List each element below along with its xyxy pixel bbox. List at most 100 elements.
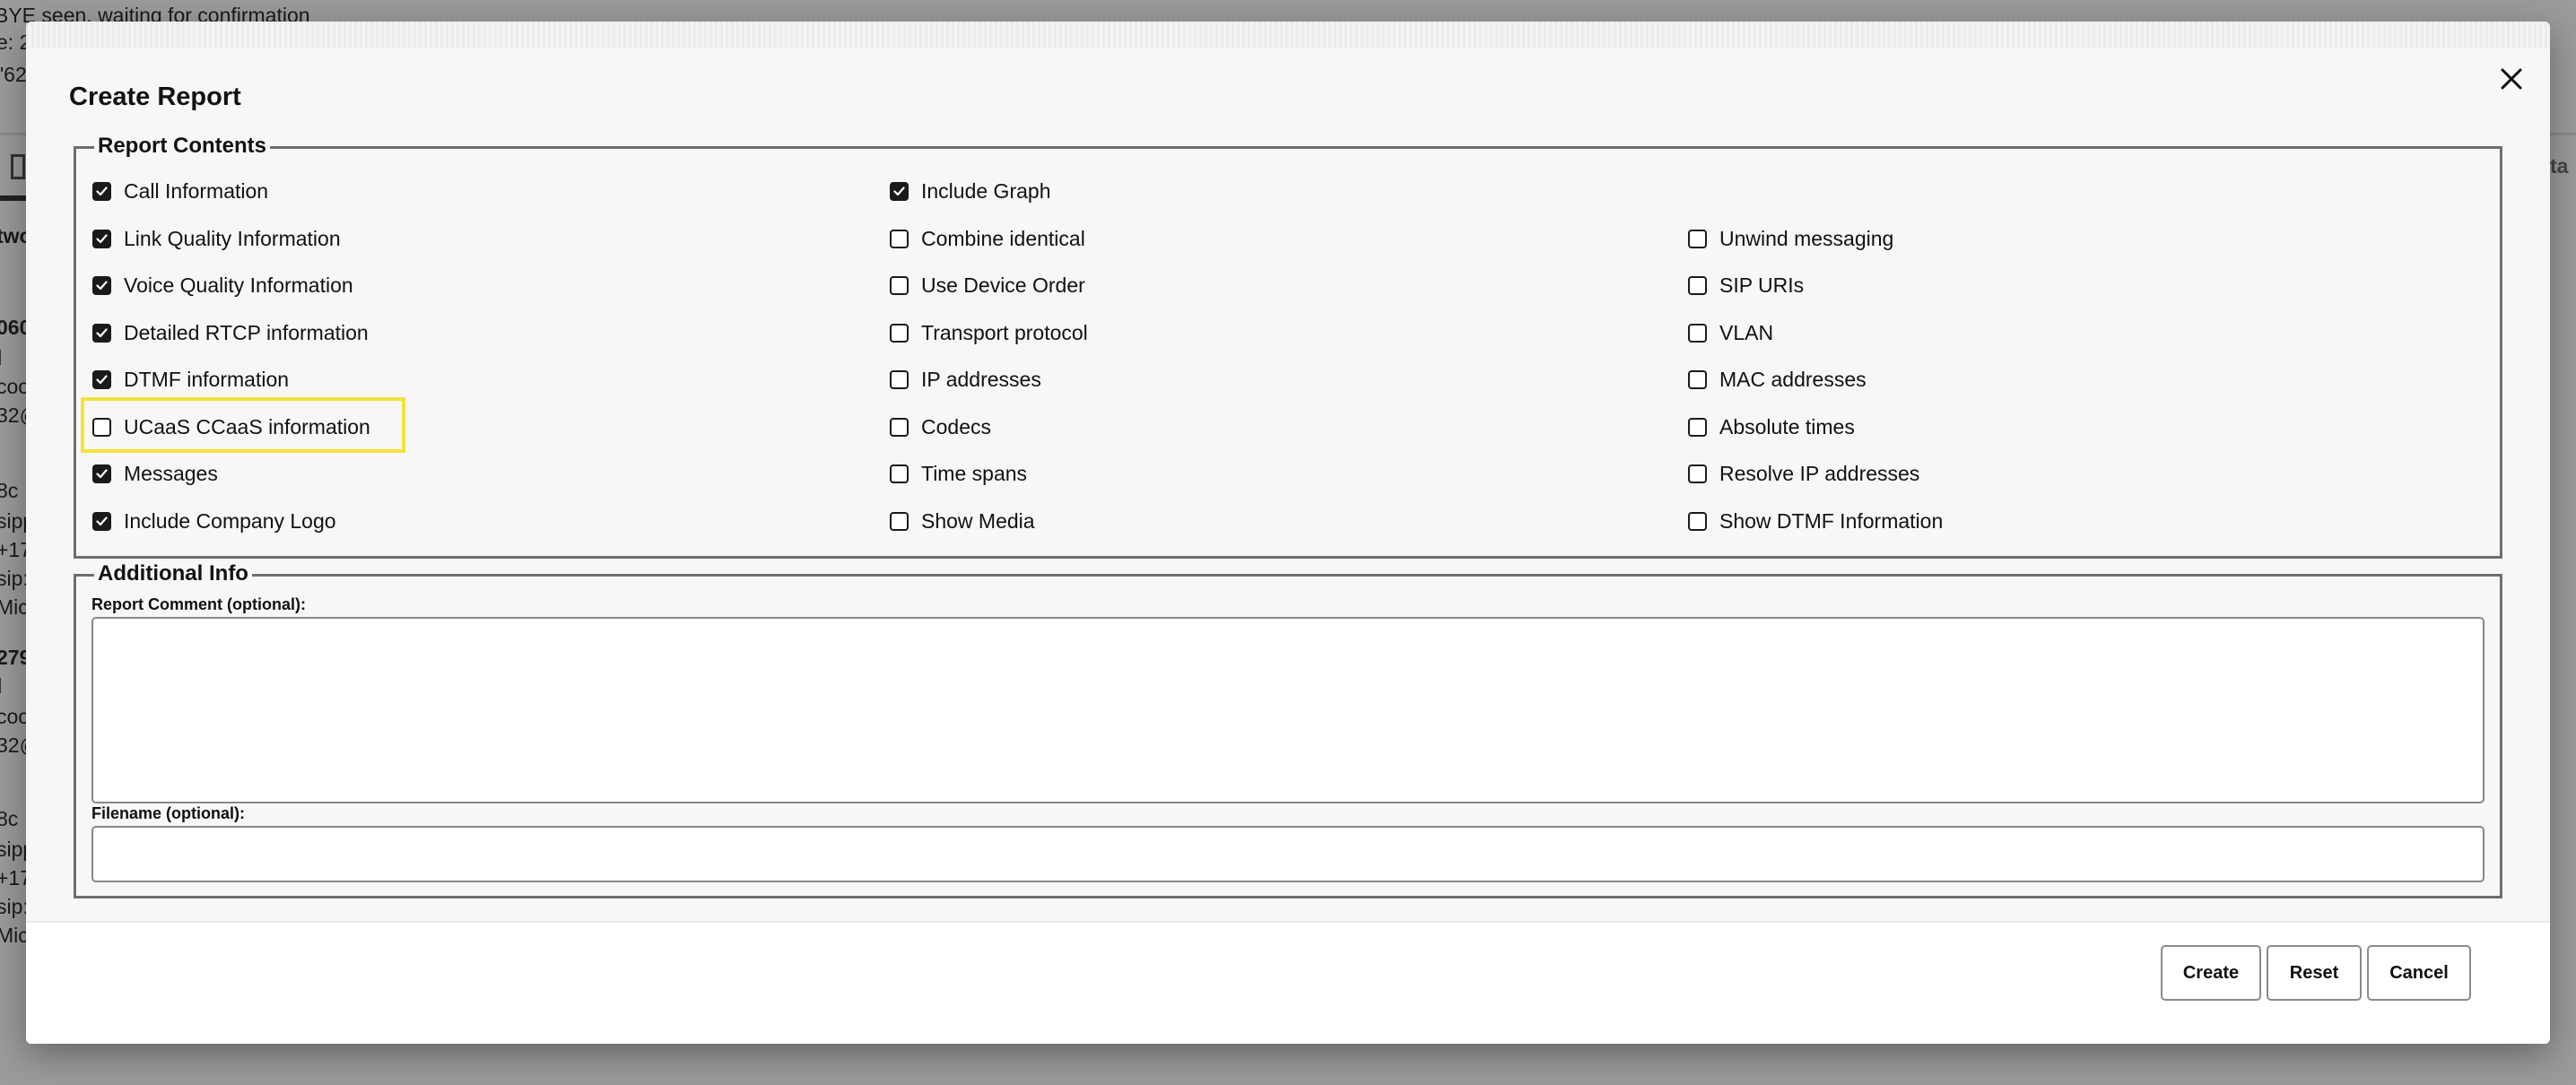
checkbox-label: Call Information <box>124 179 269 203</box>
checkbox-checked-icon[interactable] <box>92 230 111 248</box>
checkmark-icon <box>96 281 108 291</box>
checkbox-unchecked-icon[interactable] <box>1688 418 1707 437</box>
report-contents-fieldset: Report Contents <box>74 134 2502 559</box>
checkbox-codecs[interactable]: Codecs <box>890 415 991 439</box>
checkbox-label: Time spans <box>921 462 1028 485</box>
checkbox-label: Show Media <box>921 509 1035 533</box>
dialog-footer: Create Reset Cancel <box>26 921 2550 1044</box>
background-text-fragment: l <box>0 346 2 370</box>
checkmark-icon <box>96 328 108 338</box>
checkbox-absolute-times[interactable]: Absolute times <box>1688 415 1855 439</box>
checkbox-time-spans[interactable]: Time spans <box>890 462 1027 486</box>
checkbox-label: IP addresses <box>921 368 1041 391</box>
filename-input[interactable] <box>91 826 2485 882</box>
close-button[interactable] <box>2499 66 2524 91</box>
checkbox-checked-icon[interactable] <box>92 464 111 483</box>
checkbox-transport-protocol[interactable]: Transport protocol <box>890 321 1088 345</box>
checkbox-label: VLAN <box>1719 321 1774 344</box>
create-report-dialog: Create Report Report Contents Call Infor… <box>26 22 2550 1044</box>
dialog-drag-handle[interactable] <box>26 22 2550 48</box>
checkbox-label: MAC addresses <box>1719 368 1867 391</box>
checkbox-label: Voice Quality Information <box>124 273 353 297</box>
background-fragment-right: ta <box>2550 154 2569 178</box>
table-icon <box>11 154 25 179</box>
checkbox-mac-addresses[interactable]: MAC addresses <box>1688 368 1867 392</box>
checkbox-use-device-order[interactable]: Use Device Order <box>890 273 1085 298</box>
checkbox-unchecked-icon[interactable] <box>1688 370 1707 389</box>
checkbox-unchecked-icon[interactable] <box>890 464 909 483</box>
checkbox-call-information[interactable]: Call Information <box>92 179 268 204</box>
checkbox-unchecked-icon[interactable] <box>1688 464 1707 483</box>
checkbox-label: Transport protocol <box>921 321 1088 344</box>
checkbox-checked-icon[interactable] <box>92 182 111 201</box>
highlight-box <box>81 397 405 453</box>
checkbox-dtmf-information[interactable]: DTMF information <box>92 368 289 392</box>
checkbox-unchecked-icon[interactable] <box>1688 230 1707 248</box>
reset-button[interactable]: Reset <box>2267 945 2362 1001</box>
checkbox-label: SIP URIs <box>1719 273 1805 297</box>
checkbox-label: Combine identical <box>921 227 1085 250</box>
checkbox-ip-addresses[interactable]: IP addresses <box>890 368 1041 392</box>
checkbox-label: Codecs <box>921 415 991 438</box>
dialog-title: Create Report <box>69 82 241 111</box>
background-text-fragment: sip: <box>0 895 29 918</box>
background-text-fragment: sip: <box>0 567 29 590</box>
background-text-fragment: "62 <box>0 63 27 86</box>
checkmark-icon <box>96 234 108 244</box>
checkbox-label: Link Quality Information <box>124 227 341 250</box>
checkbox-resolve-ip-addresses[interactable]: Resolve IP addresses <box>1688 462 1919 486</box>
checkbox-voice-quality-information[interactable]: Voice Quality Information <box>92 273 353 298</box>
checkbox-checked-icon[interactable] <box>890 182 909 201</box>
checkmark-icon <box>96 187 108 196</box>
checkbox-checked-icon[interactable] <box>92 276 111 295</box>
checkbox-checked-icon[interactable] <box>92 324 111 343</box>
report-contents-legend: Report Contents <box>94 134 270 159</box>
checkbox-checked-icon[interactable] <box>92 370 111 389</box>
report-comment-textarea[interactable] <box>91 617 2485 803</box>
checkbox-label: Detailed RTCP information <box>124 321 369 344</box>
create-button[interactable]: Create <box>2161 945 2261 1001</box>
checkbox-messages[interactable]: Messages <box>92 462 218 486</box>
checkbox-detailed-rtcp-information[interactable]: Detailed RTCP information <box>92 321 369 345</box>
checkbox-show-dtmf-information[interactable]: Show DTMF Information <box>1688 509 1943 534</box>
checkbox-unchecked-icon[interactable] <box>1688 324 1707 343</box>
background-text-fragment: 8c <box>0 479 19 502</box>
checkbox-unchecked-icon[interactable] <box>1688 512 1707 531</box>
report-comment-label: Report Comment (optional): <box>91 595 306 613</box>
checkbox-label: Absolute times <box>1719 415 1855 438</box>
checkbox-label: Use Device Order <box>921 273 1085 297</box>
checkbox-combine-identical[interactable]: Combine identical <box>890 227 1085 251</box>
checkbox-unchecked-icon[interactable] <box>1688 276 1707 295</box>
background-text-fragment: 8c <box>0 807 19 830</box>
checkbox-label: Include Graph <box>921 179 1051 203</box>
checkbox-unchecked-icon[interactable] <box>890 324 909 343</box>
checkbox-unchecked-icon[interactable] <box>890 418 909 437</box>
checkbox-include-company-logo[interactable]: Include Company Logo <box>92 509 336 534</box>
checkbox-checked-icon[interactable] <box>92 512 111 531</box>
background-text-fragment: Mic <box>0 924 29 947</box>
checkmark-icon <box>893 187 905 196</box>
checkbox-vlan[interactable]: VLAN <box>1688 321 1773 345</box>
cancel-button[interactable]: Cancel <box>2367 945 2471 1001</box>
checkbox-unwind-messaging[interactable]: Unwind messaging <box>1688 227 1893 251</box>
checkbox-label: Unwind messaging <box>1719 227 1894 250</box>
checkbox-label: DTMF information <box>124 368 290 391</box>
checkbox-show-media[interactable]: Show Media <box>890 509 1035 534</box>
checkmark-icon <box>96 516 108 526</box>
background-text-fragment: Mic <box>0 595 29 619</box>
close-icon <box>2501 68 2522 90</box>
checkbox-label: Show DTMF Information <box>1719 509 1944 533</box>
checkmark-icon <box>96 375 108 385</box>
checkbox-label: Include Company Logo <box>124 509 336 533</box>
checkbox-link-quality-information[interactable]: Link Quality Information <box>92 227 341 251</box>
checkbox-unchecked-icon[interactable] <box>890 370 909 389</box>
checkbox-label: Messages <box>124 462 218 485</box>
checkbox-sip-uris[interactable]: SIP URIs <box>1688 273 1804 298</box>
filename-label: Filename (optional): <box>91 804 245 822</box>
checkbox-unchecked-icon[interactable] <box>890 512 909 531</box>
checkbox-unchecked-icon[interactable] <box>890 276 909 295</box>
checkbox-include-graph[interactable]: Include Graph <box>890 179 1050 204</box>
background-text-fragment: l <box>0 674 2 699</box>
checkbox-unchecked-icon[interactable] <box>890 230 909 248</box>
checkbox-label: Resolve IP addresses <box>1719 462 1920 485</box>
